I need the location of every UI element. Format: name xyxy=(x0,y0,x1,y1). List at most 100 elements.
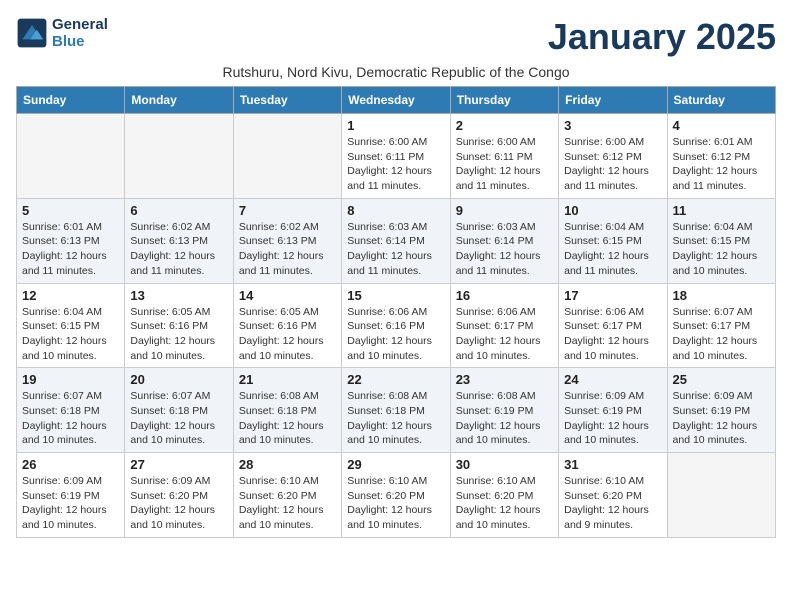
calendar-cell xyxy=(17,114,125,199)
day-info: Sunrise: 6:09 AM Sunset: 6:19 PM Dayligh… xyxy=(564,389,661,448)
calendar-cell: 13 Sunrise: 6:05 AM Sunset: 6:16 PM Dayli… xyxy=(125,283,233,368)
day-number: 13 xyxy=(130,288,227,303)
day-number: 24 xyxy=(564,372,661,387)
day-info: Sunrise: 6:01 AM Sunset: 6:12 PM Dayligh… xyxy=(673,135,770,194)
day-number: 4 xyxy=(673,118,770,133)
day-info: Sunrise: 6:02 AM Sunset: 6:13 PM Dayligh… xyxy=(130,220,227,279)
calendar-cell: 4 Sunrise: 6:01 AM Sunset: 6:12 PM Daylig… xyxy=(667,114,775,199)
day-number: 22 xyxy=(347,372,444,387)
weekday-header: Saturday xyxy=(667,87,775,114)
calendar: SundayMondayTuesdayWednesdayThursdayFrid… xyxy=(16,86,776,538)
day-info: Sunrise: 6:05 AM Sunset: 6:16 PM Dayligh… xyxy=(239,305,336,364)
day-number: 23 xyxy=(456,372,553,387)
calendar-cell: 11Sunrise: 6:04 AM Sunset: 6:15 PM Dayli… xyxy=(667,198,775,283)
calendar-cell: 30 Sunrise: 6:10 AM Sunset: 6:20 PM Dayli… xyxy=(450,453,558,538)
calendar-cell xyxy=(667,453,775,538)
day-number: 2 xyxy=(456,118,553,133)
calendar-cell: 1Sunrise: 6:00 AM Sunset: 6:11 PM Daylig… xyxy=(342,114,450,199)
calendar-cell: 6 Sunrise: 6:02 AM Sunset: 6:13 PM Daylig… xyxy=(125,198,233,283)
header: General Blue January 2025 xyxy=(16,16,776,58)
calendar-cell: 14 Sunrise: 6:05 AM Sunset: 6:16 PM Dayli… xyxy=(233,283,341,368)
day-info: Sunrise: 6:09 AM Sunset: 6:19 PM Dayligh… xyxy=(673,389,770,448)
calendar-week-row: 19 Sunrise: 6:07 AM Sunset: 6:18 PM Dayli… xyxy=(17,368,776,453)
day-number: 1 xyxy=(347,118,444,133)
calendar-cell: 5 Sunrise: 6:01 AM Sunset: 6:13 PM Daylig… xyxy=(17,198,125,283)
calendar-cell: 9 Sunrise: 6:03 AM Sunset: 6:14 PM Daylig… xyxy=(450,198,558,283)
logo: General Blue xyxy=(16,16,108,50)
calendar-cell: 12 Sunrise: 6:04 AM Sunset: 6:15 PM Dayli… xyxy=(17,283,125,368)
day-number: 14 xyxy=(239,288,336,303)
day-info: Sunrise: 6:05 AM Sunset: 6:16 PM Dayligh… xyxy=(130,305,227,364)
weekday-header: Thursday xyxy=(450,87,558,114)
title-area: January 2025 xyxy=(548,16,776,58)
weekday-header: Monday xyxy=(125,87,233,114)
day-info: Sunrise: 6:06 AM Sunset: 6:17 PM Dayligh… xyxy=(456,305,553,364)
day-number: 19 xyxy=(22,372,119,387)
day-number: 26 xyxy=(22,457,119,472)
day-number: 28 xyxy=(239,457,336,472)
day-info: Sunrise: 6:00 AM Sunset: 6:11 PM Dayligh… xyxy=(456,135,553,194)
day-info: Sunrise: 6:10 AM Sunset: 6:20 PM Dayligh… xyxy=(456,474,553,533)
day-number: 30 xyxy=(456,457,553,472)
calendar-cell: 25Sunrise: 6:09 AM Sunset: 6:19 PM Dayli… xyxy=(667,368,775,453)
calendar-cell: 24 Sunrise: 6:09 AM Sunset: 6:19 PM Dayli… xyxy=(559,368,667,453)
weekday-header: Sunday xyxy=(17,87,125,114)
day-number: 6 xyxy=(130,203,227,218)
calendar-cell: 3Sunrise: 6:00 AM Sunset: 6:12 PM Daylig… xyxy=(559,114,667,199)
day-info: Sunrise: 6:07 AM Sunset: 6:17 PM Dayligh… xyxy=(673,305,770,364)
weekday-header: Wednesday xyxy=(342,87,450,114)
calendar-cell: 7 Sunrise: 6:02 AM Sunset: 6:13 PM Daylig… xyxy=(233,198,341,283)
calendar-cell: 8Sunrise: 6:03 AM Sunset: 6:14 PM Daylig… xyxy=(342,198,450,283)
calendar-week-row: 1 Sunrise: 6:00 AM Sunset: 6:11 PM Daylig… xyxy=(17,114,776,199)
logo-icon xyxy=(16,17,48,49)
day-number: 15 xyxy=(347,288,444,303)
day-info: Sunrise: 6:08 AM Sunset: 6:18 PM Dayligh… xyxy=(347,389,444,448)
day-number: 7 xyxy=(239,203,336,218)
calendar-cell: 17 Sunrise: 6:06 AM Sunset: 6:17 PM Dayli… xyxy=(559,283,667,368)
day-info: Sunrise: 6:07 AM Sunset: 6:18 PM Dayligh… xyxy=(130,389,227,448)
day-number: 12 xyxy=(22,288,119,303)
day-info: Sunrise: 6:03 AM Sunset: 6:14 PM Dayligh… xyxy=(347,220,444,279)
month-title: January 2025 xyxy=(548,16,776,58)
day-info: Sunrise: 6:02 AM Sunset: 6:13 PM Dayligh… xyxy=(239,220,336,279)
weekday-header-row: SundayMondayTuesdayWednesdayThursdayFrid… xyxy=(17,87,776,114)
day-number: 29 xyxy=(347,457,444,472)
calendar-cell: 26 Sunrise: 6:09 AM Sunset: 6:19 PM Dayli… xyxy=(17,453,125,538)
calendar-cell: 20 Sunrise: 6:07 AM Sunset: 6:18 PM Dayli… xyxy=(125,368,233,453)
calendar-cell xyxy=(233,114,341,199)
day-info: Sunrise: 6:06 AM Sunset: 6:16 PM Dayligh… xyxy=(347,305,444,364)
calendar-cell: 18 Sunrise: 6:07 AM Sunset: 6:17 PM Dayli… xyxy=(667,283,775,368)
calendar-cell: 21Sunrise: 6:08 AM Sunset: 6:18 PM Dayli… xyxy=(233,368,341,453)
day-info: Sunrise: 6:03 AM Sunset: 6:14 PM Dayligh… xyxy=(456,220,553,279)
day-number: 16 xyxy=(456,288,553,303)
day-number: 3 xyxy=(564,118,661,133)
calendar-cell: 10Sunrise: 6:04 AM Sunset: 6:15 PM Dayli… xyxy=(559,198,667,283)
day-info: Sunrise: 6:09 AM Sunset: 6:19 PM Dayligh… xyxy=(22,474,119,533)
day-info: Sunrise: 6:01 AM Sunset: 6:13 PM Dayligh… xyxy=(22,220,119,279)
calendar-cell xyxy=(125,114,233,199)
day-info: Sunrise: 6:08 AM Sunset: 6:19 PM Dayligh… xyxy=(456,389,553,448)
day-info: Sunrise: 6:07 AM Sunset: 6:18 PM Dayligh… xyxy=(22,389,119,448)
day-info: Sunrise: 6:04 AM Sunset: 6:15 PM Dayligh… xyxy=(22,305,119,364)
calendar-cell: 16 Sunrise: 6:06 AM Sunset: 6:17 PM Dayli… xyxy=(450,283,558,368)
day-number: 27 xyxy=(130,457,227,472)
day-number: 17 xyxy=(564,288,661,303)
weekday-header: Tuesday xyxy=(233,87,341,114)
calendar-cell: 19 Sunrise: 6:07 AM Sunset: 6:18 PM Dayli… xyxy=(17,368,125,453)
day-info: Sunrise: 6:09 AM Sunset: 6:20 PM Dayligh… xyxy=(130,474,227,533)
calendar-cell: 23 Sunrise: 6:08 AM Sunset: 6:19 PM Dayli… xyxy=(450,368,558,453)
day-info: Sunrise: 6:06 AM Sunset: 6:17 PM Dayligh… xyxy=(564,305,661,364)
calendar-cell: 15 Sunrise: 6:06 AM Sunset: 6:16 PM Dayli… xyxy=(342,283,450,368)
day-info: Sunrise: 6:04 AM Sunset: 6:15 PM Dayligh… xyxy=(564,220,661,279)
day-number: 31 xyxy=(564,457,661,472)
day-number: 20 xyxy=(130,372,227,387)
weekday-header: Friday xyxy=(559,87,667,114)
calendar-cell: 31Sunrise: 6:10 AM Sunset: 6:20 PM Dayli… xyxy=(559,453,667,538)
calendar-cell: 22 Sunrise: 6:08 AM Sunset: 6:18 PM Dayli… xyxy=(342,368,450,453)
day-number: 9 xyxy=(456,203,553,218)
day-number: 21 xyxy=(239,372,336,387)
day-number: 18 xyxy=(673,288,770,303)
day-number: 5 xyxy=(22,203,119,218)
day-info: Sunrise: 6:04 AM Sunset: 6:15 PM Dayligh… xyxy=(673,220,770,279)
calendar-week-row: 12 Sunrise: 6:04 AM Sunset: 6:15 PM Dayli… xyxy=(17,283,776,368)
